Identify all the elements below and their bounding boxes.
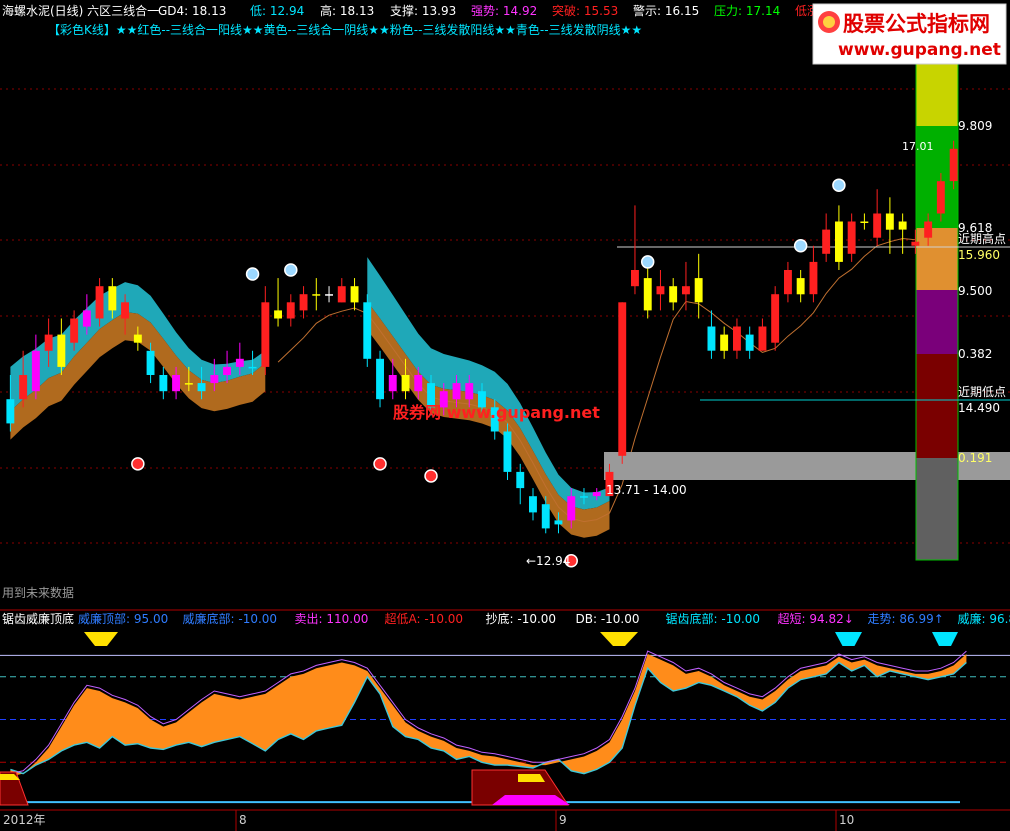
sell-marker bbox=[131, 457, 145, 471]
header-stat: 强势: 14.92 bbox=[471, 4, 537, 18]
low-label: ←12.94 bbox=[526, 554, 570, 568]
chart-stage: 13.71 - 14.00 ←12.94 17.01 近期高点 近期低点 9.8… bbox=[0, 0, 1010, 831]
header-stat: GD4: 18.13 bbox=[158, 4, 226, 18]
fib-label-2: 9.618 bbox=[958, 221, 992, 235]
sell-marker bbox=[424, 469, 438, 483]
time-label-oct: 10 bbox=[839, 813, 854, 827]
indicator-stats: 威廉顶部: 95.00 威廉底部: -10.00 卖出: 110.00 超低A: -1… bbox=[78, 611, 1010, 626]
header-stat: 支撑: 13.93 bbox=[390, 3, 456, 18]
logo-title: 股票公式指标网 bbox=[843, 12, 990, 36]
candle bbox=[503, 423, 512, 480]
mid-watermark: 股券网 www.gupang.net bbox=[393, 403, 600, 422]
buy-marker bbox=[832, 178, 846, 192]
indicator-stat: 卖出: 110.00 bbox=[295, 612, 369, 626]
indicator-stat: 超低A: -10.00 bbox=[385, 611, 464, 626]
fib-label-4: 0.382 bbox=[958, 347, 992, 361]
time-label-aug: 8 bbox=[239, 813, 247, 827]
header-stat: 压力: 17.14 bbox=[714, 4, 780, 18]
indicator-stat: 威廉底部: -10.00 bbox=[183, 611, 278, 626]
candle bbox=[771, 286, 780, 351]
buy-marker bbox=[245, 267, 260, 281]
candle bbox=[363, 294, 372, 367]
indicator-stat: 威廉顶部: 95.00 bbox=[78, 611, 168, 626]
indicator-title: 锯齿威廉顶底 bbox=[2, 611, 74, 626]
recent-low-label: 近期低点 bbox=[958, 385, 1006, 399]
high-label: 17.01 bbox=[902, 140, 934, 153]
buy-marker bbox=[640, 255, 655, 269]
time-label-year: 2012年 bbox=[3, 813, 46, 827]
header-stat: 突破: 15.53 bbox=[552, 3, 618, 18]
buy-marker bbox=[284, 263, 298, 277]
indicator-stat: 威廉: 96.81↓ bbox=[958, 611, 1010, 626]
indicator-stat: 走势: 86.99↑ bbox=[868, 612, 944, 626]
fib-ladder bbox=[915, 57, 959, 561]
sell-marker bbox=[373, 457, 387, 471]
candle bbox=[376, 350, 384, 408]
price-level-low: 14.490 bbox=[958, 401, 1000, 415]
stock-title: 海螺水泥(日线) 六区三线合一 bbox=[2, 3, 159, 18]
indicator-stat: DB: -10.00 bbox=[576, 612, 640, 626]
price-level-high: 15.960 bbox=[958, 248, 1000, 262]
fib-label-1: 9.809 bbox=[958, 119, 992, 133]
site-logo: 股票公式指标网 www.gupang.net bbox=[812, 3, 1007, 65]
indicator-stat: 锯齿底部: -10.00 bbox=[666, 611, 761, 626]
fib-label-5: 0.191 bbox=[958, 451, 992, 465]
header-stat: 低: 12.94 bbox=[250, 4, 304, 18]
candle bbox=[618, 302, 627, 464]
fib-label-3: 9.500 bbox=[958, 284, 992, 298]
header-stat: 警示: 16.15 bbox=[633, 3, 699, 18]
header-stat: 高: 18.13 bbox=[320, 3, 374, 18]
buy-marker bbox=[793, 239, 808, 253]
range-label: 13.71 - 14.00 bbox=[606, 483, 687, 497]
future-data-note: 用到未来数据 bbox=[2, 585, 74, 600]
indicator-stat: 超短: 94.82↓ bbox=[778, 611, 854, 626]
time-label-sep: 9 bbox=[559, 813, 567, 827]
indicator-stat: 抄底: -10.00 bbox=[486, 611, 557, 626]
color-legend: 【彩色K线】★★红色--三线合一阳线★★黄色--三线合一阴线★★粉色--三线发散… bbox=[48, 22, 642, 37]
logo-url: www.gupang.net bbox=[838, 40, 1001, 60]
